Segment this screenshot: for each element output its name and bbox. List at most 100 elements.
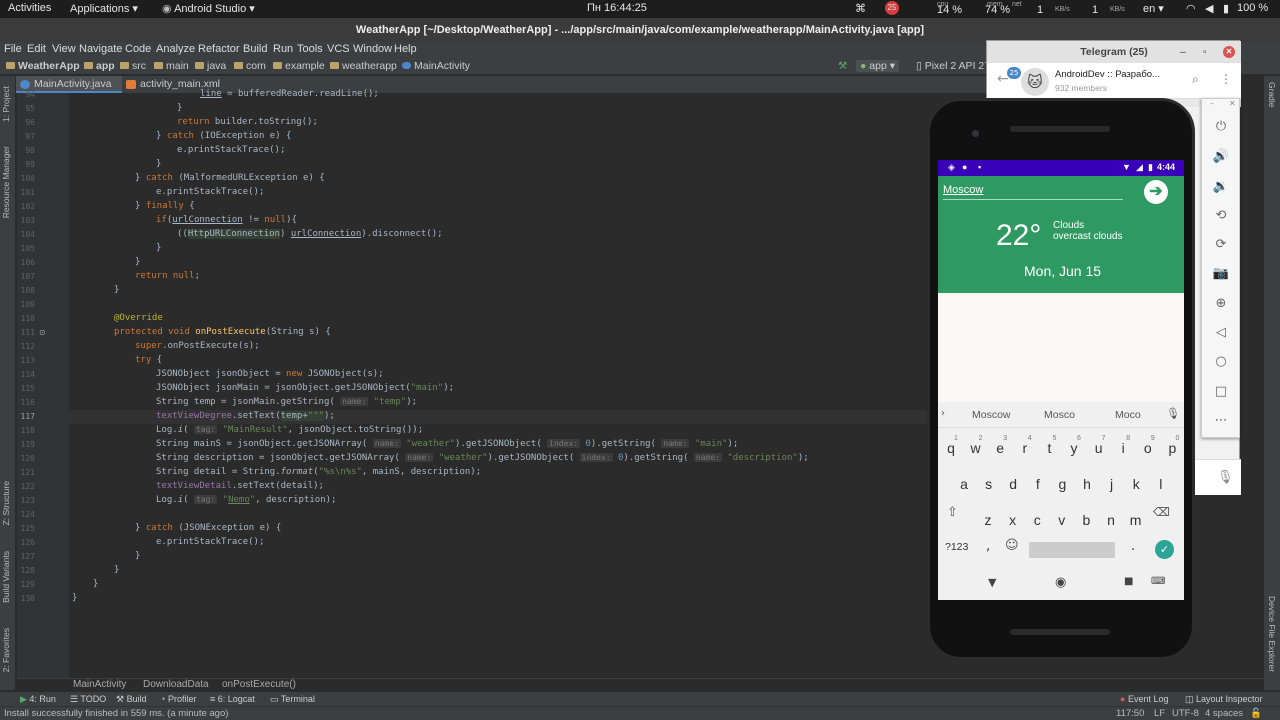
back-icon[interactable]: ◁ (1212, 324, 1230, 342)
key-t[interactable]: t (1039, 440, 1059, 456)
period-key[interactable]: . (1131, 539, 1135, 554)
symbols-key[interactable]: ?123 (945, 541, 968, 553)
key-d[interactable]: d (1003, 476, 1023, 492)
crumb-method[interactable]: onPostExecute() (222, 679, 296, 690)
wifi-icon[interactable]: ◠ (1186, 2, 1196, 15)
suggestion-3[interactable]: Moco (1115, 409, 1141, 421)
expand-icon[interactable]: › (941, 408, 945, 419)
key-r[interactable]: r (1015, 440, 1035, 456)
city-input[interactable]: Moscow (943, 184, 983, 196)
mic-icon[interactable]: 🎙 (1166, 407, 1180, 420)
key-m[interactable]: m (1126, 512, 1146, 528)
status-circle-icon: ● (962, 162, 968, 172)
key-u[interactable]: u (1089, 440, 1109, 456)
emu-close-icon[interactable]: ✕ (1229, 99, 1236, 108)
key-a[interactable]: a (954, 476, 974, 492)
tool-build[interactable]: ⚒ Build (116, 694, 147, 705)
status-message[interactable]: Install successfully finished in 559 ms.… (4, 708, 228, 719)
key-s[interactable]: s (979, 476, 999, 492)
home-icon[interactable]: ○ (1212, 353, 1230, 371)
search-arrow-button[interactable]: ➔ (1144, 180, 1168, 204)
key-y[interactable]: y (1064, 440, 1084, 456)
power-icon[interactable]: ⏻ (1212, 118, 1230, 136)
lock-icon[interactable]: 🔓 (1250, 708, 1262, 719)
rotate-right-icon[interactable]: ⟳ (1212, 236, 1230, 254)
minimize-icon[interactable]: – (1180, 41, 1186, 63)
suggestion-2[interactable]: Mosco (1044, 409, 1075, 421)
more-vert-icon[interactable]: ⋮ (1220, 72, 1232, 86)
tool-device-file-explorer[interactable]: Device File Explorer (1267, 596, 1277, 672)
key-w[interactable]: w (966, 440, 986, 456)
key-hint: 6 (1077, 435, 1081, 442)
more-icon[interactable]: ⋯ (1212, 412, 1230, 430)
key-p[interactable]: p (1162, 440, 1182, 456)
key-i[interactable]: i (1113, 440, 1133, 456)
code-editor[interactable]: line = bufferedReader.readLine(); } retu… (0, 0, 970, 678)
key-b[interactable]: b (1076, 512, 1096, 528)
key-h[interactable]: h (1077, 476, 1097, 492)
camera-icon[interactable]: 📷 (1212, 265, 1230, 283)
crumb-class[interactable]: MainActivity (73, 679, 126, 690)
zoom-icon[interactable]: ⊕ (1212, 295, 1230, 313)
phone-screen[interactable]: ◈ ● ▪ ▼ ◢ ▮ 4:44 Moscow ➔ 22° Clouds ove… (938, 160, 1184, 600)
close-icon[interactable]: ✕ (1223, 46, 1235, 58)
overview-icon[interactable]: □ (1212, 383, 1230, 401)
language-menu[interactable]: en ▾ (1143, 2, 1164, 15)
emu-minimize-icon[interactable]: – (1210, 99, 1214, 108)
shift-key-icon[interactable]: ⇧ (947, 505, 958, 520)
crumb-inner-class[interactable]: DownloadData (143, 679, 209, 690)
tool-run[interactable]: ▶ 4: Run (20, 694, 56, 705)
emoji-key-icon[interactable]: ☺ (1005, 538, 1019, 553)
indent-setting[interactable]: 4 spaces (1205, 708, 1243, 719)
space-bar[interactable] (1029, 542, 1115, 558)
key-x[interactable]: x (1003, 512, 1023, 528)
key-n[interactable]: n (1101, 512, 1121, 528)
tool-event-log[interactable]: ● Event Log (1120, 694, 1168, 704)
telegram-chat-header[interactable]: ← 25 🐱 AndroidDev :: Разрабо... 932 memb… (987, 63, 1241, 99)
nav-home-icon[interactable]: ◉ (1055, 575, 1066, 590)
caret-position[interactable]: 117:50 (1116, 708, 1144, 719)
tool-layout-inspector[interactable]: ◫ Layout Inspector (1185, 694, 1263, 705)
battery-icon[interactable]: ▮ (1223, 2, 1229, 15)
volume-down-icon[interactable]: 🔉 (1212, 178, 1230, 196)
key-q[interactable]: q (941, 440, 961, 456)
rotate-left-icon[interactable]: ⟲ (1212, 207, 1230, 225)
key-j[interactable]: j (1102, 476, 1122, 492)
key-z[interactable]: z (978, 512, 998, 528)
nav-recents-icon[interactable]: ■ (1124, 576, 1133, 587)
key-k[interactable]: k (1126, 476, 1146, 492)
key-v[interactable]: v (1052, 512, 1072, 528)
backspace-key-icon[interactable]: ⌫ (1153, 505, 1170, 519)
done-check-icon[interactable]: ✓ (1155, 540, 1174, 559)
weather-date: Mon, Jun 15 (1024, 263, 1102, 279)
nav-keyboard-icon[interactable]: ⌨ (1151, 576, 1165, 587)
tool-profiler[interactable]: ◔ Profiler (160, 694, 196, 704)
search-icon[interactable]: ⌕ (1192, 72, 1199, 87)
volume-icon[interactable]: ◀ (1205, 2, 1213, 15)
key-e[interactable]: e (990, 440, 1010, 456)
key-hint: 7 (1101, 435, 1106, 442)
status-sim-icon: ▪ (978, 162, 982, 172)
key-f[interactable]: f (1028, 476, 1048, 492)
mic-icon[interactable]: 🎙 (1217, 470, 1234, 485)
key-c[interactable]: c (1027, 512, 1047, 528)
temperature: 22° (996, 219, 1042, 252)
key-g[interactable]: g (1052, 476, 1072, 492)
file-encoding[interactable]: UTF-8 (1172, 708, 1199, 719)
key-hint: 4 (1027, 435, 1032, 442)
maximize-icon[interactable]: ▫ (1203, 41, 1207, 63)
comma-key[interactable]: , (986, 539, 990, 554)
net-label: net (1012, 1, 1022, 8)
suggestion-1[interactable]: Moscow (972, 409, 1011, 421)
tool-gradle[interactable]: Gradle (1267, 82, 1277, 108)
net-down: 1 (1037, 4, 1044, 16)
nav-back-icon[interactable]: ▼ (988, 576, 996, 589)
key-hint: 9 (1150, 435, 1155, 442)
tool-todo[interactable]: ☰ TODO (70, 694, 106, 705)
line-separator[interactable]: LF (1154, 708, 1165, 719)
volume-up-icon[interactable]: 🔊 (1212, 148, 1230, 166)
tool-terminal[interactable]: ▭ Terminal (270, 694, 315, 705)
key-o[interactable]: o (1138, 440, 1158, 456)
tool-logcat[interactable]: ≡ 6: Logcat (210, 694, 255, 704)
key-l[interactable]: l (1151, 476, 1171, 492)
